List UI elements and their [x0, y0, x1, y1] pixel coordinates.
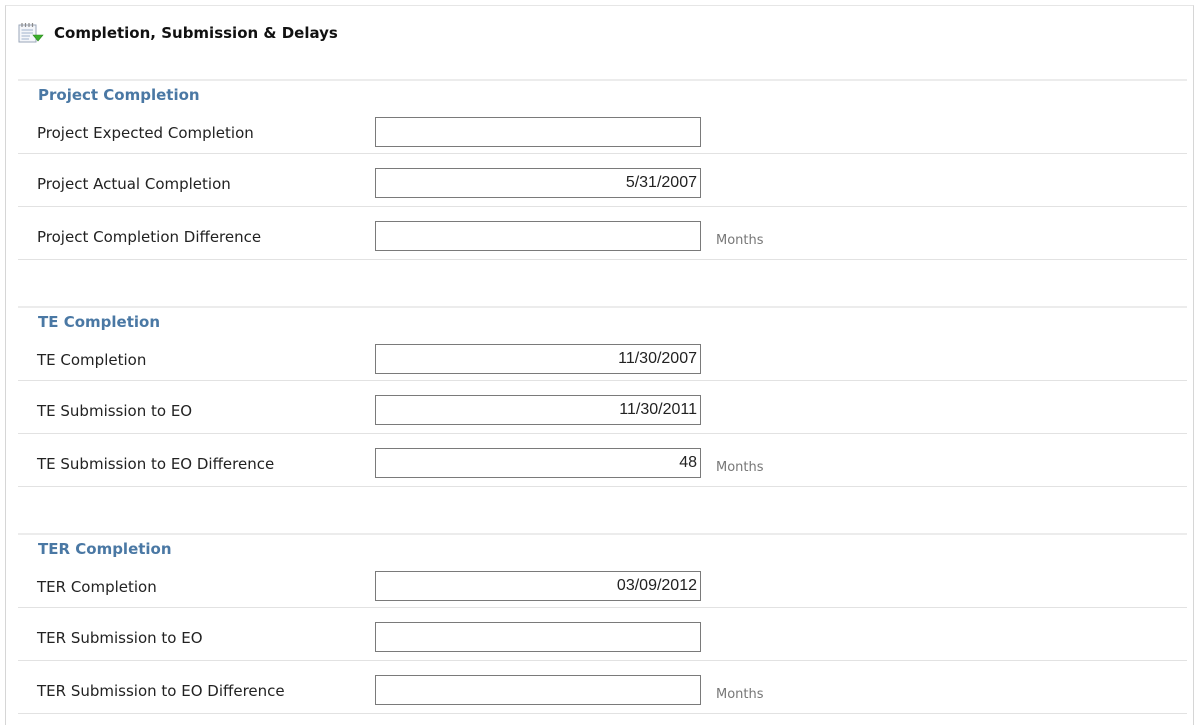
project-actual-completion-input[interactable]: [375, 168, 701, 198]
panel-header: Completion, Submission & Delays: [18, 22, 338, 44]
field-label: TE Completion: [37, 351, 147, 369]
form-row: Project Expected Completion: [18, 109, 1187, 154]
field-label: Project Actual Completion: [37, 175, 231, 193]
te-submission-to-eo-input[interactable]: [375, 395, 701, 425]
field-label: TE Submission to EO: [37, 402, 193, 420]
panel-title: Completion, Submission & Delays: [54, 24, 338, 42]
unit-label: Months: [716, 460, 764, 475]
section-te-completion: TE Completion TE Completion TE Submissio…: [18, 306, 1187, 487]
section-title: TE Completion: [38, 313, 160, 331]
te-submission-to-eo-difference-input[interactable]: [375, 448, 701, 478]
unit-label: Months: [716, 233, 764, 248]
field-label: TER Submission to EO Difference: [37, 682, 285, 700]
form-row: Project Completion Difference Months: [18, 207, 1187, 260]
ter-submission-to-eo-difference-input[interactable]: [375, 675, 701, 705]
notepad-checkmark-icon: [18, 22, 44, 44]
form-row: TER Completion: [18, 563, 1187, 608]
form-row: TER Submission to EO: [18, 608, 1187, 661]
ter-submission-to-eo-input[interactable]: [375, 622, 701, 652]
section-title: TER Completion: [38, 540, 172, 558]
section-project-completion: Project Completion Project Expected Comp…: [18, 79, 1187, 260]
form-row: TE Completion: [18, 336, 1187, 381]
field-label: TER Completion: [37, 578, 157, 596]
field-label: Project Expected Completion: [37, 124, 254, 142]
form-row: TE Submission to EO Difference Months: [18, 434, 1187, 487]
section-title: Project Completion: [38, 86, 200, 104]
form-row: Project Actual Completion: [18, 154, 1187, 207]
te-completion-input[interactable]: [375, 344, 701, 374]
form-row: TE Submission to EO: [18, 381, 1187, 434]
unit-label: Months: [716, 687, 764, 702]
project-expected-completion-input[interactable]: [375, 117, 701, 147]
form-row: TER Submission to EO Difference Months: [18, 661, 1187, 714]
ter-completion-input[interactable]: [375, 571, 701, 601]
field-label: TER Submission to EO: [37, 629, 203, 647]
field-label: TE Submission to EO Difference: [37, 455, 275, 473]
project-completion-difference-input[interactable]: [375, 221, 701, 251]
section-ter-completion: TER Completion TER Completion TER Submis…: [18, 533, 1187, 714]
field-label: Project Completion Difference: [37, 228, 262, 246]
